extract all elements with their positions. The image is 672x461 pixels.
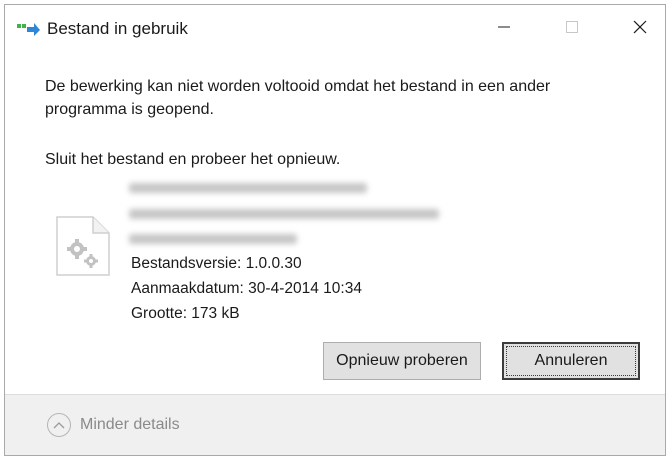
title-bar[interactable]: Bestand in gebruik bbox=[5, 5, 665, 53]
transfer-arrow-icon bbox=[17, 23, 40, 36]
chevron-up-icon bbox=[53, 422, 65, 429]
retry-button-label: Opnieuw proberen bbox=[336, 352, 468, 369]
dialog-content: De bewerking kan niet worden voltooid om… bbox=[5, 53, 665, 394]
file-gear-icon bbox=[56, 216, 110, 276]
redacted-file-publisher bbox=[129, 234, 297, 244]
file-modified-date: Aanmaakdatum: 30-4-2014 10:34 bbox=[131, 280, 362, 297]
minimize-button[interactable] bbox=[481, 5, 527, 49]
file-size: Grootte: 173 kB bbox=[131, 305, 240, 322]
instruction-text: Sluit het bestand en probeer het opnieuw… bbox=[45, 151, 341, 168]
error-message: De bewerking kan niet worden voltooid om… bbox=[45, 78, 551, 118]
maximize-button[interactable] bbox=[549, 5, 595, 49]
cancel-button[interactable]: Annuleren bbox=[502, 342, 640, 380]
retry-button[interactable]: Opnieuw proberen bbox=[323, 342, 481, 380]
minimize-icon bbox=[498, 26, 510, 28]
redacted-file-description bbox=[129, 209, 439, 219]
redacted-file-name bbox=[129, 183, 367, 193]
maximize-icon bbox=[566, 21, 578, 33]
less-details-toggle[interactable]: Minder details bbox=[47, 413, 180, 437]
window-title: Bestand in gebruik bbox=[47, 19, 188, 38]
close-icon bbox=[633, 20, 647, 34]
dialog-footer: Minder details bbox=[5, 394, 665, 455]
close-button[interactable] bbox=[617, 5, 663, 49]
dialog-window: Bestand in gebruik De bewerking kan niet… bbox=[4, 4, 666, 456]
file-version: Bestandsversie: 1.0.0.30 bbox=[131, 255, 302, 272]
chevron-circle bbox=[47, 413, 71, 437]
focus-rectangle bbox=[506, 346, 636, 376]
less-details-label: Minder details bbox=[80, 416, 180, 433]
